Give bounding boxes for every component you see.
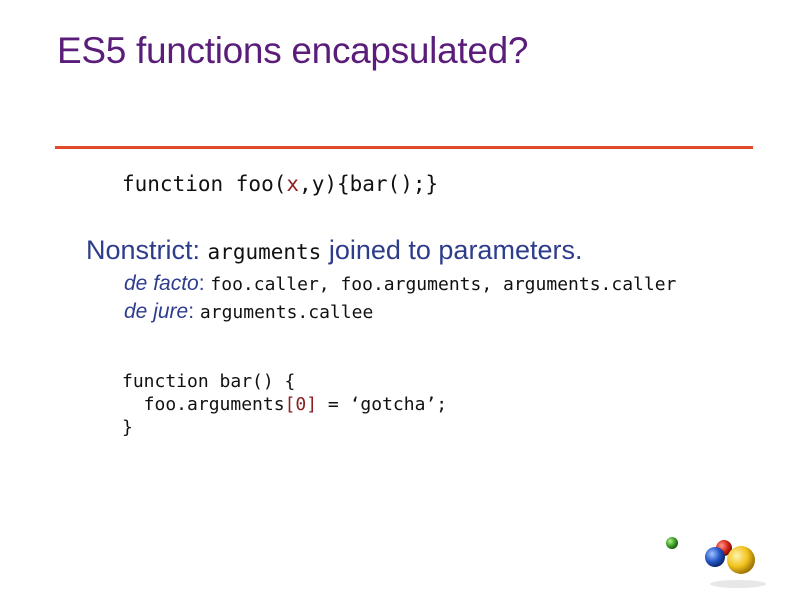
code-foo-suffix: ){bar();} <box>324 172 439 196</box>
code-bar-line2: foo.arguments[0] = ‘gotcha’; <box>122 393 447 416</box>
code-bar-index: [0] <box>284 394 318 415</box>
code-foo-prefix: function foo( <box>122 172 287 196</box>
code-bar-line2-suffix: = ‘gotcha’; <box>317 394 448 415</box>
code-param-y: y <box>311 172 325 196</box>
code-function-bar: function bar() { foo.arguments[0] = ‘got… <box>122 370 447 439</box>
code-bar-line1: function bar() { <box>122 371 296 392</box>
de-jure-code: arguments.callee <box>199 302 374 323</box>
de-jure-sep: : <box>188 300 200 323</box>
nonstrict-text: joined to parameters. <box>321 235 583 265</box>
nonstrict-code: arguments <box>207 240 322 264</box>
yellow-ball-icon <box>727 546 755 574</box>
de-jure-line: de jure: arguments.callee <box>124 300 373 324</box>
code-function-foo: function foo(x,y){bar();} <box>122 172 438 196</box>
nonstrict-label: Nonstrict: <box>86 235 208 265</box>
de-facto-label: de facto <box>124 272 199 295</box>
de-facto-code: foo.caller, foo.arguments, arguments.cal… <box>210 274 677 295</box>
slide-title: ES5 functions encapsulated? <box>57 30 529 71</box>
code-param-x: x <box>286 172 300 196</box>
nonstrict-heading: Nonstrict: arguments joined to parameter… <box>86 235 582 266</box>
code-bar-line2-prefix: foo.arguments <box>122 394 285 415</box>
de-facto-sep: : <box>198 272 211 295</box>
green-ball-icon <box>666 537 678 549</box>
code-comma: , <box>299 172 312 196</box>
de-jure-label: de jure <box>124 300 189 323</box>
blue-ball-icon <box>705 547 725 567</box>
title-divider <box>55 146 753 149</box>
slide: ES5 functions encapsulated? function foo… <box>0 0 800 600</box>
code-bar-line3: } <box>122 417 133 438</box>
de-facto-line: de facto: foo.caller, foo.arguments, arg… <box>124 272 676 296</box>
colored-balls-logo-icon <box>666 537 766 588</box>
